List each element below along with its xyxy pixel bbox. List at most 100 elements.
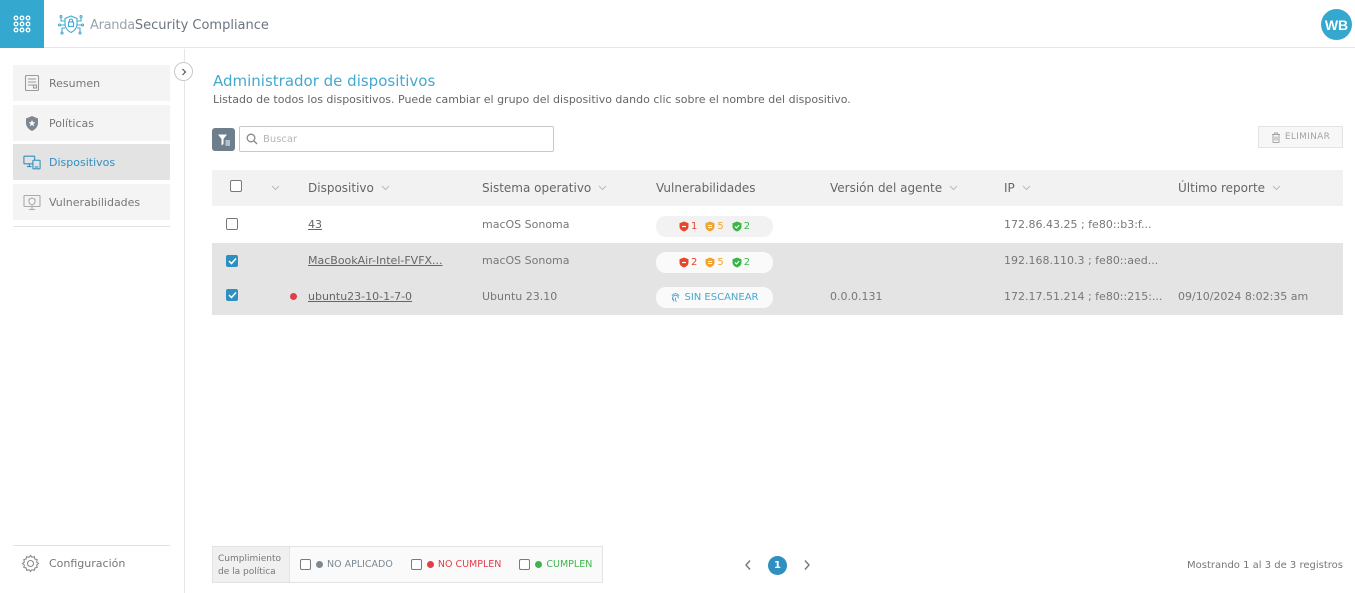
shield-star-icon <box>23 114 41 132</box>
status-dot <box>426 561 434 568</box>
chevron-down-icon <box>949 185 958 191</box>
sidebar-item-politicas[interactable]: Políticas <box>13 105 170 141</box>
sidebar-item-label: Vulnerabilidades <box>49 195 141 209</box>
vuln-medium: 5 <box>705 221 724 232</box>
ip-cell: 172.86.43.25 ; fe80::b3:f... <box>1004 218 1152 231</box>
delete-label: ELIMINAR <box>1284 132 1331 142</box>
page-title: Administrador de dispositivos <box>213 72 436 90</box>
chevron-down-icon <box>598 185 607 191</box>
last-report-cell: 09/10/2024 8:02:35 am <box>1178 290 1309 303</box>
brand-product: Security Compliance <box>134 17 269 33</box>
os-cell: macOS Sonoma <box>482 218 570 231</box>
column-header-device[interactable]: Dispositivo <box>308 181 390 195</box>
legend-checkbox[interactable] <box>410 559 422 570</box>
ip-cell: 172.17.51.214 ; fe80::215:... <box>1004 290 1163 303</box>
grid-apps-icon <box>13 15 31 33</box>
os-cell: macOS Sonoma <box>482 254 570 267</box>
shield-check-icon <box>732 257 742 268</box>
app-launcher-button[interactable] <box>0 0 44 48</box>
report-icon <box>23 74 41 92</box>
device-name-link[interactable]: MacBookAir-Intel-FVFX... <box>308 254 443 267</box>
status-dot <box>535 561 543 568</box>
vuln-high: 2 <box>679 257 697 268</box>
os-cell: Ubuntu 23.10 <box>482 290 558 303</box>
table-header: Dispositivo Sistema operativo Vulnerabil… <box>212 170 1343 206</box>
trash-icon <box>1271 132 1280 143</box>
sidebar-divider <box>13 226 170 227</box>
sidebar-divider <box>13 545 170 546</box>
chevron-down-icon <box>1022 185 1031 191</box>
chevron-right-icon <box>181 68 186 75</box>
fingerprint-icon <box>672 293 680 303</box>
settings-link[interactable]: Configuración <box>21 554 125 573</box>
circuit-shield-logo-icon <box>58 14 84 35</box>
sidebar-collapse-button[interactable] <box>174 62 193 81</box>
column-header-os[interactable]: Sistema operativo <box>482 181 607 195</box>
device-name-link[interactable]: 43 <box>308 218 322 231</box>
column-header-last-report[interactable]: Último reporte <box>1178 181 1281 195</box>
checkmark-icon <box>227 257 237 265</box>
brand-prefix: Aranda <box>90 17 135 33</box>
brand-logo: ArandaSecurity Compliance <box>58 12 269 38</box>
checkmark-icon <box>227 291 237 299</box>
shield-high-icon <box>679 221 689 232</box>
vuln-low: 2 <box>732 221 750 232</box>
sidebar-item-resumen[interactable]: Resumen <box>13 65 170 101</box>
shield-check-icon <box>732 221 742 232</box>
vuln-medium: 5 <box>705 257 724 268</box>
compliance-legend: Cumplimiento de la política NO APLICADO … <box>212 546 604 583</box>
row-checkbox[interactable] <box>226 218 238 230</box>
devices-icon <box>23 153 41 171</box>
search-field[interactable] <box>239 126 554 152</box>
device-name-link[interactable]: ubuntu23-10-1-7-0 <box>308 290 412 303</box>
row-checkbox[interactable] <box>226 255 238 267</box>
shield-medium-icon <box>705 257 715 268</box>
sidebar: Resumen Políticas Dispositivos Vulnerabi… <box>0 49 185 593</box>
chevron-right-icon <box>804 560 810 570</box>
legend-filter-compliant[interactable]: CUMPLEN <box>519 559 592 570</box>
vuln-low: 2 <box>732 257 750 268</box>
not-scanned-badge[interactable]: SIN ESCANEAR <box>656 287 773 308</box>
monitor-shield-icon <box>23 193 41 211</box>
chevron-down-icon <box>271 185 280 191</box>
column-header-ip[interactable]: IP <box>1004 181 1031 195</box>
search-icon <box>246 133 258 145</box>
table-row[interactable]: ubuntu23-10-1-7-0 Ubuntu 23.10 SIN ESCAN… <box>212 279 1343 315</box>
select-all-checkbox[interactable] <box>230 180 242 192</box>
shield-high-icon <box>679 257 689 268</box>
filter-button[interactable] <box>212 128 235 151</box>
legend-checkbox[interactable] <box>300 559 311 570</box>
legend-filter-not-applied[interactable]: NO APLICADO <box>300 559 393 570</box>
column-header-vulnerabilities: Vulnerabilidades <box>656 181 756 195</box>
page-button-current[interactable]: 1 <box>768 555 787 575</box>
table-row[interactable]: MacBookAir-Intel-FVFX... macOS Sonoma 2 … <box>212 243 1343 279</box>
top-bar: ArandaSecurity Compliance WB <box>0 0 1355 48</box>
sidebar-item-vulnerabilidades[interactable]: Vulnerabilidades <box>13 184 170 220</box>
vulnerability-summary: 2 5 2 <box>656 252 773 273</box>
settings-label: Configuración <box>49 557 126 570</box>
table-row[interactable]: 43 macOS Sonoma 1 5 2 172.86.43.25 ; fe8… <box>212 207 1343 243</box>
vuln-high: 1 <box>679 221 697 232</box>
user-avatar[interactable]: WB <box>1321 9 1352 40</box>
records-summary: Mostrando 1 al 3 de 3 registros <box>1186 560 1343 571</box>
shield-medium-icon <box>705 221 715 232</box>
sidebar-item-label: Dispositivos <box>49 155 116 169</box>
chevron-left-icon <box>745 560 751 570</box>
previous-page-button[interactable] <box>740 555 756 575</box>
legend-title: Cumplimiento de la política <box>213 547 290 582</box>
compliance-status-dot <box>290 293 297 300</box>
chevron-down-icon <box>1272 185 1281 191</box>
delete-button[interactable]: ELIMINAR <box>1258 126 1343 148</box>
chevron-down-icon <box>381 185 390 191</box>
next-page-button[interactable] <box>799 555 815 575</box>
column-header-agent-version[interactable]: Versión del agente <box>830 181 958 195</box>
row-checkbox[interactable] <box>226 289 238 301</box>
legend-filter-non-compliant[interactable]: NO CUMPLEN <box>410 559 501 570</box>
page-subtitle: Listado de todos los dispositivos. Puede… <box>213 93 851 106</box>
legend-checkbox[interactable] <box>519 559 531 570</box>
status-dot <box>316 561 323 568</box>
search-input[interactable] <box>263 133 543 145</box>
filter-icon <box>217 134 230 145</box>
sidebar-item-dispositivos[interactable]: Dispositivos <box>13 144 170 180</box>
sidebar-item-label: Políticas <box>49 116 94 130</box>
